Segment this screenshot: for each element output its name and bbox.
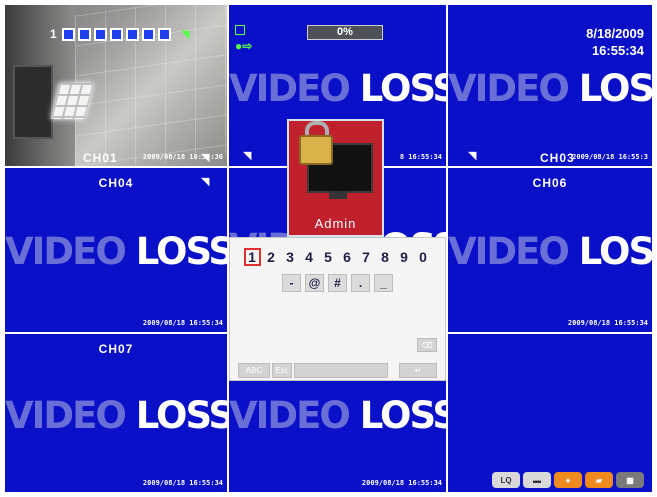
speaker-icon: ◥	[468, 150, 477, 162]
digit-row: 1 2 3 4 5 6 7 8 9 0	[230, 248, 445, 266]
hdd-status-icon	[235, 25, 245, 35]
channel-3-view[interactable]: 8/18/2009 16:55:34 VIDEO LOSS ◥ CH03 200…	[448, 5, 652, 166]
channel-6-label: CH06	[532, 176, 568, 190]
key-9[interactable]: 9	[396, 248, 413, 266]
monitor-button[interactable]: ▬	[523, 472, 551, 488]
backspace-key-icon[interactable]: ⌫	[417, 338, 437, 352]
menu-button[interactable]: ▦	[616, 472, 644, 488]
camera-door	[13, 65, 53, 139]
lq-button[interactable]: LQ	[492, 472, 520, 488]
dvr-screen: 1 ◥ CH01 2009/08/18 16:55:36 ◥ ●⇨ 0% VID…	[0, 0, 657, 497]
padlock-icon	[299, 135, 333, 165]
channel-1-label: CH01	[83, 151, 118, 165]
channel-7-timestamp: 2009/08/18 16:55:34	[142, 479, 223, 487]
key-1[interactable]: 1	[243, 248, 261, 266]
video-loss-text: VIDEO LOSS	[5, 230, 227, 273]
key-5[interactable]: 5	[320, 248, 337, 266]
video-loss-text: VIDEO LOSS	[448, 67, 652, 110]
key-7[interactable]: 7	[358, 248, 375, 266]
speaker-icon: ◥	[201, 176, 210, 188]
key-3[interactable]: 3	[282, 248, 299, 266]
key-8[interactable]: 8	[377, 248, 394, 266]
channel-4-label: CH04	[98, 176, 134, 190]
channel-8-timestamp: 2009/08/18 16:55:34	[361, 479, 442, 487]
status-square	[109, 27, 123, 41]
channel-4-timestamp: 2009/08/18 16:55:34	[142, 319, 223, 327]
key-4[interactable]: 4	[301, 248, 318, 266]
system-date: 8/18/2009	[586, 26, 644, 41]
key-hash[interactable]: #	[328, 274, 347, 292]
folder-button[interactable]: ▰	[585, 472, 613, 488]
video-loss-text: VIDEO LOSS	[229, 67, 446, 110]
video-loss-text: VIDEO LOSS	[229, 394, 446, 437]
space-key[interactable]	[294, 363, 388, 378]
channel-7-label: CH07	[98, 342, 134, 356]
password-keypad: 1 2 3 4 5 6 7 8 9 0 - @ # . _ ⌫ ABC Esc …	[229, 237, 446, 381]
key-dot[interactable]: .	[351, 274, 370, 292]
channel-9-view[interactable]: LQ ▬ ● ▰ ▦	[448, 334, 652, 492]
video-loss-text: VIDEO LOSS	[5, 394, 227, 437]
channel-1-view[interactable]: 1 ◥ CH01 2009/08/18 16:55:36 ◥	[5, 5, 227, 166]
key-6[interactable]: 6	[339, 248, 356, 266]
record-button[interactable]: ●	[554, 472, 582, 488]
key-underscore[interactable]: _	[374, 274, 393, 292]
monitor-stand	[329, 191, 347, 199]
usb-backup-icon: ●⇨	[235, 39, 253, 53]
status-square	[77, 27, 91, 41]
key-0[interactable]: 0	[415, 248, 432, 266]
status-square	[125, 27, 139, 41]
system-time: 16:55:34	[591, 43, 644, 58]
key-at[interactable]: @	[305, 274, 324, 292]
playback-toolbar: LQ ▬ ● ▰ ▦	[492, 472, 644, 488]
mute-speaker-icon: ◥	[201, 152, 210, 164]
channel-6-view[interactable]: CH06 VIDEO LOSS 2009/08/18 16:55:34	[448, 168, 652, 332]
enter-key-icon[interactable]: ↵	[399, 363, 437, 378]
key-dash[interactable]: -	[282, 274, 301, 292]
status-square	[157, 27, 171, 41]
status-square	[61, 27, 75, 41]
channel-4-view[interactable]: CH04 ◥ VIDEO LOSS 2009/08/18 16:55:34	[5, 168, 227, 332]
login-username: Admin	[314, 216, 357, 231]
audio-speaker-icon: ◥	[181, 29, 190, 41]
channel-status-bar: 1	[50, 27, 171, 41]
channel-6-timestamp: 2009/08/18 16:55:34	[567, 319, 648, 327]
abc-key[interactable]: ABC	[238, 363, 270, 378]
backup-progress: 0%	[307, 25, 383, 40]
admin-login-icon[interactable]: Admin	[287, 119, 384, 237]
channel-3-label: CH03	[540, 151, 575, 165]
key-2[interactable]: 2	[263, 248, 280, 266]
video-loss-text: VIDEO LOSS	[448, 230, 652, 273]
channel-3-timestamp: 2009/08/18 16:55:3	[572, 153, 648, 161]
speaker-icon: ◥	[243, 150, 252, 162]
channel-2-timestamp: 8 16:55:34	[399, 153, 442, 161]
symbol-row: - @ # . _	[230, 274, 445, 292]
esc-key[interactable]: Esc	[272, 363, 292, 378]
status-number: 1	[50, 27, 57, 41]
channel-7-view[interactable]: CH07 VIDEO LOSS 2009/08/18 16:55:34	[5, 334, 227, 492]
status-square	[141, 27, 155, 41]
status-square	[93, 27, 107, 41]
system-datetime: 8/18/2009 16:55:34	[586, 25, 644, 59]
